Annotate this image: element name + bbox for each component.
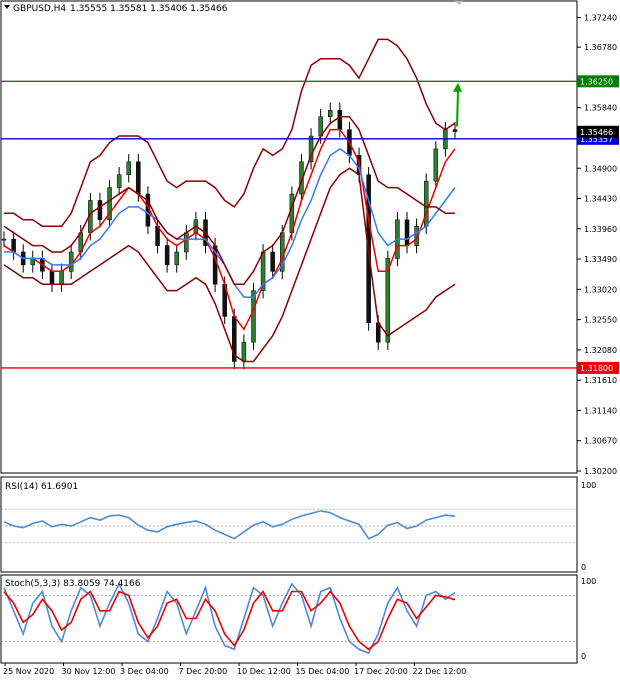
price-y-tick-label: 1.32550: [584, 316, 617, 325]
level-price-tag-label: 1.36250: [580, 77, 613, 86]
rsi-label: RSI(14) 61.6901: [5, 482, 78, 492]
candle-body: [97, 200, 103, 221]
rsi-y-max-label: 100: [581, 481, 596, 490]
price-y-tick-label: 1.31140: [584, 406, 617, 415]
price-y-tick-label: 1.35840: [584, 104, 617, 113]
candle-body: [433, 148, 439, 182]
candle-body: [164, 245, 170, 266]
x-tick-label: 30 Nov 12:00: [62, 667, 116, 676]
price-panel-frame: [0, 0, 578, 474]
price-y-tick-label: 1.34430: [584, 195, 617, 204]
price-y-tick-label: 1.30200: [584, 467, 617, 476]
x-tick-label: 10 Dec 12:00: [237, 667, 291, 676]
stoch-label: Stoch(5,3,3) 83.8059 74.4166: [5, 579, 141, 589]
price-y-tick-label: 1.33020: [584, 285, 617, 294]
candle-body: [126, 161, 131, 175]
candle-body: [251, 290, 256, 343]
candle-body: [49, 271, 55, 285]
forecast-arrow: [456, 90, 459, 127]
stoch-y-max-label: 100: [581, 577, 596, 586]
candle-body: [270, 251, 275, 272]
x-tick-label: 25 Nov 2020: [3, 667, 54, 676]
price-y-tick-label: 1.32080: [584, 346, 617, 355]
price-y-tick-label: 1.33960: [584, 225, 617, 234]
x-tick-label: 3 Dec 04:00: [120, 667, 169, 676]
candle-body: [11, 238, 16, 253]
price-y-tick-label: 1.31610: [584, 376, 617, 385]
candle-body: [337, 110, 343, 130]
candle-body: [174, 251, 179, 266]
current-price-tag-label: 1.35466: [580, 128, 613, 137]
chart-canvas: 1.37240 1.36780 1.35840 1.34900 1.34430 1.339…: [0, 0, 619, 676]
symbol-title: GBPUSD,H4: [13, 4, 66, 14]
price-y-tick-label: 1.37240: [584, 14, 617, 23]
x-tick-label: 7 Dec 20:00: [179, 667, 228, 676]
stoch-y-min-label: 0: [581, 652, 586, 661]
rsi-panel-frame: [0, 476, 578, 573]
x-tick-label: 17 Dec 20:00: [354, 667, 408, 676]
candle-body: [404, 219, 410, 246]
price-y-tick-label: 1.34900: [584, 164, 617, 173]
x-tick-label: 22 Dec 12:00: [413, 667, 467, 676]
candle-body: [452, 129, 458, 132]
candle-body: [423, 180, 429, 227]
price-y-tick-label: 1.30670: [584, 437, 617, 446]
rsi-y-min-label: 0: [581, 563, 586, 572]
price-y-tick-label: 1.33490: [584, 255, 617, 264]
price-y-tick-label: 1.36780: [584, 43, 617, 52]
candle-body: [184, 232, 189, 253]
ohlc-readout: 1.35555 1.35581 1.35406 1.35466: [70, 4, 228, 14]
candle-body: [241, 341, 247, 362]
candle-body: [136, 161, 141, 195]
candle-body: [68, 251, 74, 272]
candle-body: [1, 238, 7, 241]
candle-body: [328, 110, 333, 117]
level-price-tag-label: 1.31800: [580, 364, 613, 373]
candle-body: [116, 174, 122, 188]
x-tick-label: 15 Dec 04:00: [296, 667, 350, 676]
candle-body: [59, 271, 64, 285]
